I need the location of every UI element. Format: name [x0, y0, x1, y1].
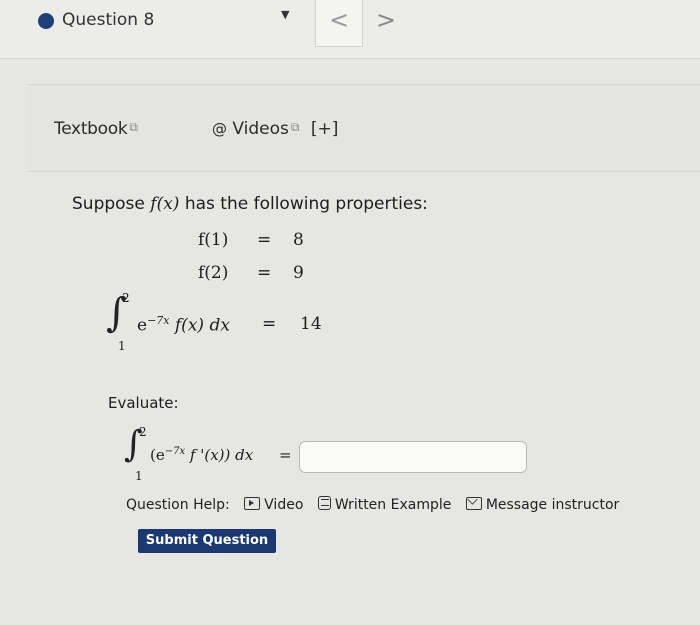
property-2-lhs: f(2)	[198, 263, 229, 283]
intro-suppose: Suppose	[72, 194, 145, 214]
integral-lower-limit: 1	[118, 339, 126, 353]
integrand-body: f(x) dx	[174, 315, 230, 336]
written-example-label: Written Example	[334, 497, 452, 513]
submit-question-button[interactable]: Submit Question	[138, 529, 276, 553]
integrand-base: e	[137, 315, 148, 336]
integral-value: 14	[300, 314, 322, 334]
property-2-rhs: 9	[293, 263, 304, 283]
answer-input[interactable]	[299, 441, 527, 473]
problem-intro: Suppose f(x) has the following propertie…	[72, 194, 428, 214]
question-dropdown-icon[interactable]: ▼	[281, 8, 289, 21]
question-status-dot-icon	[38, 13, 54, 29]
external-link-icon: ⧉	[129, 120, 138, 134]
document-icon	[317, 496, 331, 510]
video-help-link[interactable]: Video	[244, 497, 308, 513]
integral-upper-limit: 2	[122, 291, 130, 305]
integral-integrand: e−7x f(x) dx	[137, 314, 230, 336]
envelope-icon	[465, 497, 482, 510]
written-example-link[interactable]: Written Example	[317, 496, 456, 513]
intro-rest: has the following properties:	[184, 194, 428, 214]
evaluate-open: (e	[150, 446, 165, 464]
question-help-row: Question Help: Video Written Example Mes…	[126, 496, 619, 513]
question-header: Question 8 ▼ < >	[0, 0, 700, 59]
expand-videos-button[interactable]: [+]	[311, 119, 339, 139]
textbook-link[interactable]: Textbook ⧉	[54, 119, 138, 139]
videos-label: Videos	[232, 119, 289, 139]
evaluate-eq: =	[279, 446, 292, 464]
message-instructor-link[interactable]: Message instructor	[465, 497, 620, 513]
video-help-label: Video	[264, 497, 304, 513]
property-1-rhs: 8	[293, 230, 304, 250]
property-1-lhs: f(1)	[198, 230, 229, 250]
message-instructor-label: Message instructor	[485, 497, 620, 513]
evaluate-upper-limit: 2	[139, 425, 147, 439]
videos-link[interactable]: @ Videos ⧉ [+]	[212, 119, 338, 139]
external-link-icon: ⧉	[290, 120, 300, 134]
intro-function: f(x)	[150, 194, 180, 214]
next-question-button[interactable]: >	[364, 0, 408, 46]
video-icon	[244, 497, 261, 510]
evaluate-label: Evaluate:	[108, 394, 179, 412]
textbook-label: Textbook	[54, 119, 128, 139]
question-help-label: Question Help:	[126, 497, 230, 513]
property-1-eq: =	[257, 230, 272, 250]
previous-question-button[interactable]: <	[315, 0, 363, 47]
property-2-eq: =	[257, 263, 272, 283]
integral-eq: =	[262, 314, 277, 334]
evaluate-integrand: (e−7x f '(x)) dx	[150, 446, 253, 464]
integrand-exponent: −7x	[147, 314, 170, 327]
videos-attachment-icon: @	[212, 120, 227, 138]
question-title: Question 8	[62, 10, 155, 30]
evaluate-exponent: −7x	[164, 446, 186, 457]
evaluate-lower-limit: 1	[135, 469, 143, 483]
evaluate-body: f '(x)) dx	[189, 446, 254, 464]
